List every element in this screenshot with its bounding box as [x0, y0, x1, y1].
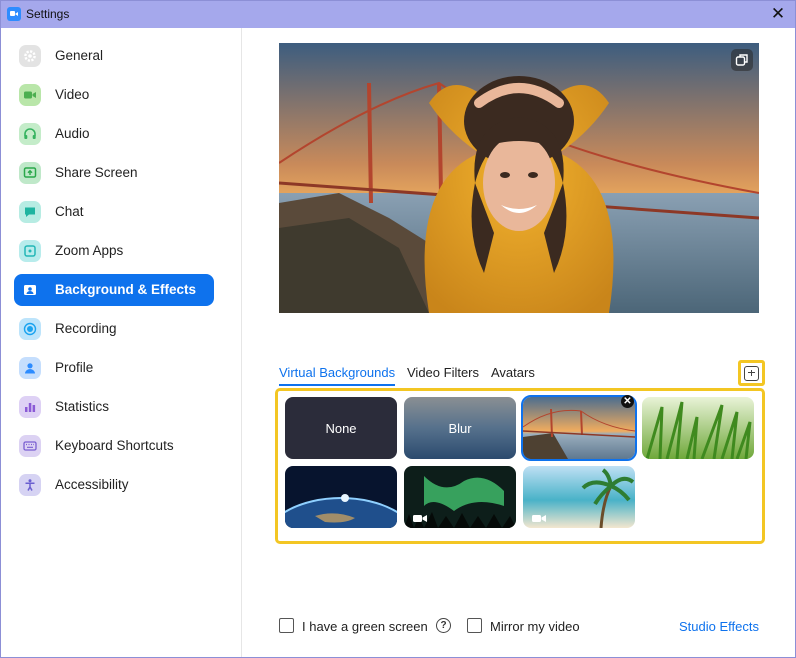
title-bar: Settings ✕	[1, 1, 795, 28]
sidebar-item-label: Share Screen	[55, 165, 138, 180]
background-tile-earth-from-space[interactable]	[285, 466, 397, 528]
settings-sidebar: General Video Audio Share Screen Chat Zo…	[1, 28, 242, 657]
sidebar-item-label: Statistics	[55, 399, 110, 414]
close-icon[interactable]: ✕	[767, 3, 789, 25]
virtual-background-grid: None Blur ✕	[275, 388, 765, 544]
add-background-button[interactable]	[738, 360, 765, 386]
sidebar-item-label: Zoom Apps	[55, 243, 124, 258]
sidebar-item-general[interactable]: General	[14, 40, 214, 72]
tab-video-filters[interactable]: Video Filters	[407, 365, 479, 384]
zoom-app-icon	[7, 7, 21, 21]
sidebar-item-video[interactable]: Video	[14, 79, 214, 111]
remove-background-icon[interactable]: ✕	[621, 395, 634, 408]
sidebar-item-label: Audio	[55, 126, 90, 141]
settings-window: Settings ✕ General Video Audio Share Scr…	[0, 0, 796, 658]
video-camera-icon	[532, 515, 546, 522]
window-title: Settings	[26, 7, 70, 21]
earth-from-space-thumbnail	[285, 466, 397, 528]
add-icon	[744, 365, 759, 381]
help-icon[interactable]: ?	[436, 618, 451, 633]
sidebar-item-chat[interactable]: Chat	[14, 196, 214, 228]
sidebar-item-profile[interactable]: Profile	[14, 352, 214, 384]
share-screen-icon	[19, 162, 41, 184]
chat-bubble-icon	[19, 201, 41, 223]
apps-icon	[19, 240, 41, 262]
sidebar-item-audio[interactable]: Audio	[14, 118, 214, 150]
grass-thumbnail	[642, 397, 754, 459]
record-icon	[19, 318, 41, 340]
background-tile-none[interactable]: None	[285, 397, 397, 459]
tab-virtual-backgrounds[interactable]: Virtual Backgrounds	[279, 365, 396, 386]
video-camera-icon	[19, 84, 41, 106]
person-icon	[19, 357, 41, 379]
sidebar-item-accessibility[interactable]: Accessibility	[14, 469, 214, 501]
sidebar-item-keyboard-shortcuts[interactable]: Keyboard Shortcuts	[14, 430, 214, 462]
sidebar-item-label: Recording	[55, 321, 117, 336]
headphones-icon	[19, 123, 41, 145]
sidebar-item-background-effects[interactable]: Background & Effects	[14, 274, 214, 306]
mirror-video-checkbox[interactable]	[467, 618, 482, 633]
sidebar-item-share-screen[interactable]: Share Screen	[14, 157, 214, 189]
sidebar-item-label: Chat	[55, 204, 84, 219]
background-options: I have a green screen ? Mirror my video …	[279, 617, 759, 637]
background-tile-beach-palm[interactable]	[523, 466, 635, 528]
video-camera-icon	[413, 515, 427, 522]
tile-label: None	[325, 420, 357, 436]
background-tile-golden-gate-bridge[interactable]	[521, 395, 637, 461]
sidebar-item-label: Profile	[55, 360, 94, 375]
sidebar-item-label: General	[55, 48, 104, 63]
green-screen-label: I have a green screen	[302, 619, 428, 634]
person-card-icon	[19, 279, 41, 301]
studio-effects-link[interactable]: Studio Effects	[679, 619, 759, 634]
background-tile-aurora[interactable]	[404, 466, 516, 528]
sidebar-item-statistics[interactable]: Statistics	[14, 391, 214, 423]
accessibility-icon	[19, 474, 41, 496]
tile-label: Blur	[448, 420, 472, 436]
sidebar-item-label: Accessibility	[55, 477, 129, 492]
sidebar-item-zoom-apps[interactable]: Zoom Apps	[14, 235, 214, 267]
sidebar-item-label: Keyboard Shortcuts	[55, 438, 174, 453]
background-tile-grass[interactable]	[642, 397, 754, 459]
golden-gate-bridge-thumbnail	[523, 397, 635, 459]
picture-in-picture-icon[interactable]	[731, 49, 753, 71]
gear-icon	[19, 45, 41, 67]
keyboard-icon	[19, 435, 41, 457]
sidebar-item-label: Background & Effects	[55, 282, 197, 297]
sidebar-item-recording[interactable]: Recording	[14, 313, 214, 345]
bar-chart-icon	[19, 396, 41, 418]
mirror-video-label: Mirror my video	[490, 619, 580, 634]
preview-image	[279, 43, 759, 313]
green-screen-checkbox[interactable]	[279, 618, 294, 633]
tab-avatars[interactable]: Avatars	[491, 365, 535, 384]
sidebar-item-label: Video	[55, 87, 90, 102]
background-tile-blur[interactable]: Blur	[404, 397, 516, 459]
video-preview	[279, 43, 759, 313]
